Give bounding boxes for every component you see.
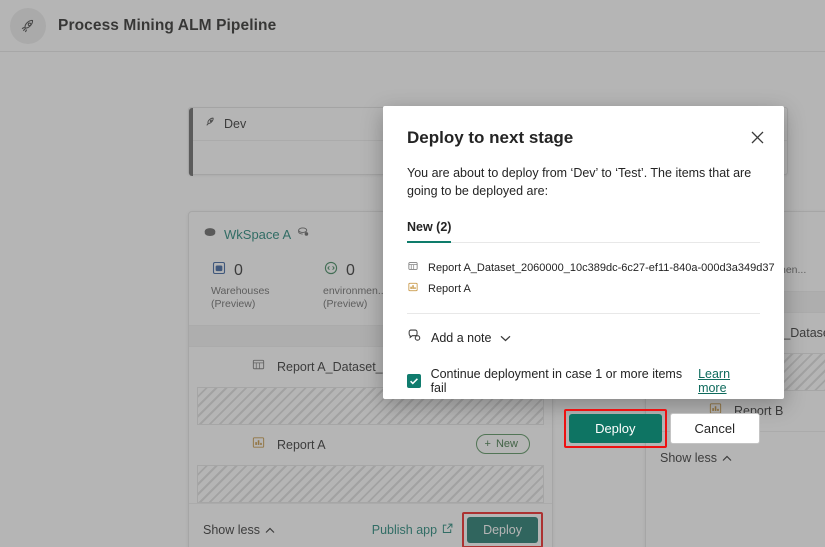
continue-deployment-checkbox[interactable] xyxy=(407,374,421,388)
dialog-item-list: Report A_Dataset_2060000_10c389dc-6c27-e… xyxy=(407,257,775,299)
dialog-deploy-button[interactable]: Deploy xyxy=(569,414,662,443)
add-note-label: Add a note xyxy=(431,331,492,345)
dialog-tabs: New (2) xyxy=(407,218,760,243)
tab-new[interactable]: New (2) xyxy=(407,220,452,243)
note-icon xyxy=(407,328,422,348)
close-icon[interactable] xyxy=(744,124,770,150)
dialog-list-item: Report A_Dataset_2060000_10c389dc-6c27-e… xyxy=(407,257,775,278)
continue-deployment-row[interactable]: Continue deployment in case 1 or more it… xyxy=(407,367,760,395)
dialog-separator xyxy=(407,313,760,314)
dialog-description: You are about to deploy from ‘Dev’ to ‘T… xyxy=(407,166,752,198)
dataset-icon xyxy=(407,259,419,277)
add-note-toggle[interactable]: Add a note xyxy=(407,328,760,348)
learn-more-link[interactable]: Learn more xyxy=(698,367,760,395)
dialog-cancel-button[interactable]: Cancel xyxy=(669,413,760,444)
deploy-dialog: Deploy to next stage You are about to de… xyxy=(383,106,784,448)
app-root: Process Mining ALM Pipeline Dev WkSpace … xyxy=(0,0,825,547)
dialog-actions: Deploy Cancel xyxy=(407,409,760,448)
dialog-title: Deploy to next stage xyxy=(407,128,574,147)
dialog-list-item-label: Report A xyxy=(428,282,471,295)
dialog-deploy-wrapper: Deploy xyxy=(564,409,667,448)
dialog-list-item-label: Report A_Dataset_2060000_10c389dc-6c27-e… xyxy=(428,261,775,274)
report-icon xyxy=(407,280,419,298)
tab-rule xyxy=(407,242,760,243)
continue-deployment-label: Continue deployment in case 1 or more it… xyxy=(430,367,683,395)
chevron-down-icon xyxy=(500,329,511,347)
dialog-list-item: Report A xyxy=(407,278,760,299)
